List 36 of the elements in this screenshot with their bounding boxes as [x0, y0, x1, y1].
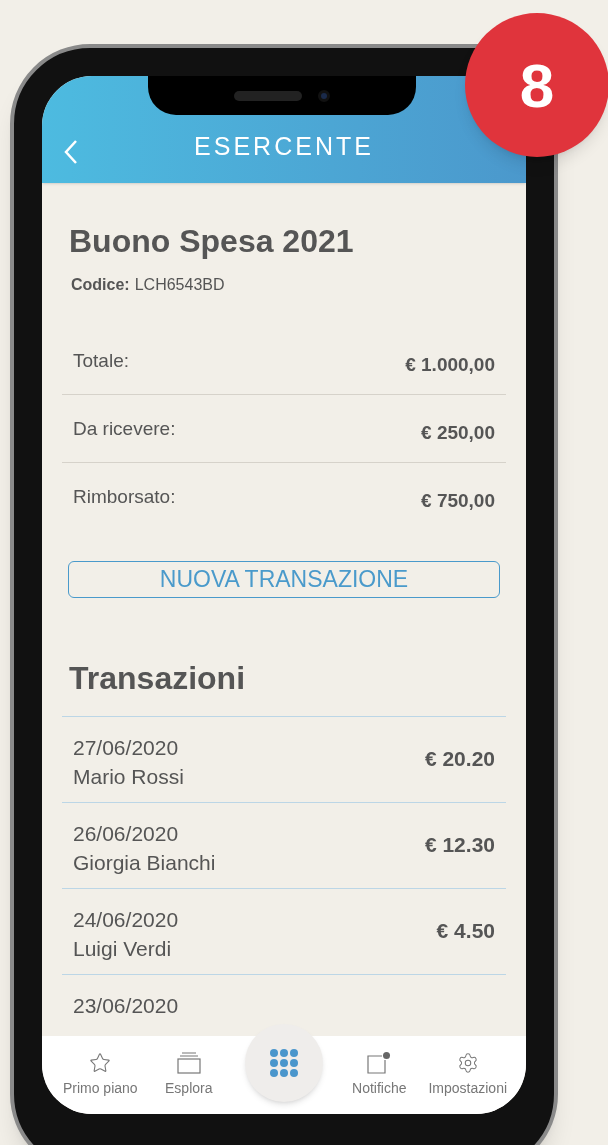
summary-value: € 250,00	[421, 421, 495, 445]
transactions-title: Transazioni	[68, 658, 247, 698]
transaction-amount: € 12.30	[424, 832, 495, 859]
dot-grid-icon	[269, 1048, 299, 1078]
star-icon	[89, 1052, 112, 1074]
transaction-amount: € 20.20	[424, 746, 495, 773]
header-title: ESERCENTE	[193, 130, 375, 162]
new-transaction-button[interactable]: NUOVA TRANSAZIONE	[68, 561, 500, 598]
transaction-amount: € 4.50	[436, 918, 495, 945]
back-chevron-icon[interactable]	[64, 139, 78, 165]
summary-value: € 750,00	[421, 489, 495, 513]
summary-label: Totale:	[73, 349, 129, 373]
nav-tab[interactable]: Primo piano	[56, 1052, 145, 1099]
code-label: Codice:	[71, 275, 130, 295]
nav-tab[interactable]: Esplora	[144, 1052, 233, 1099]
summary-label: Da ricevere:	[73, 417, 176, 441]
summary-label: Rimborsato:	[73, 485, 176, 509]
summary-value: € 1.000,00	[405, 353, 495, 377]
transaction-date: 27/06/2020	[73, 734, 180, 761]
transaction-name: Giorgia Bianchi	[73, 849, 216, 876]
step-number-badge: 8	[465, 13, 608, 157]
nav-tab[interactable]: Impostazioni	[423, 1052, 512, 1099]
camera-lens	[318, 89, 330, 102]
nav-tab[interactable]: Notifiche	[335, 1052, 424, 1099]
stack-icon	[176, 1052, 201, 1074]
transaction-name: Mario Rossi	[73, 763, 184, 790]
transaction-date: 26/06/2020	[73, 820, 180, 847]
transaction-date: 24/06/2020	[73, 906, 179, 933]
code-value: LCH6543BD	[134, 275, 225, 295]
voucher-title: Buono Spesa 2021	[68, 222, 355, 261]
transaction-date: 23/06/2020	[73, 992, 179, 1019]
grid-menu-button[interactable]	[245, 1024, 323, 1102]
settings-icon	[456, 1052, 479, 1074]
transaction-name: Luigi Verdi	[73, 935, 173, 962]
notification-icon	[367, 1052, 392, 1074]
speaker-grille	[234, 90, 302, 101]
